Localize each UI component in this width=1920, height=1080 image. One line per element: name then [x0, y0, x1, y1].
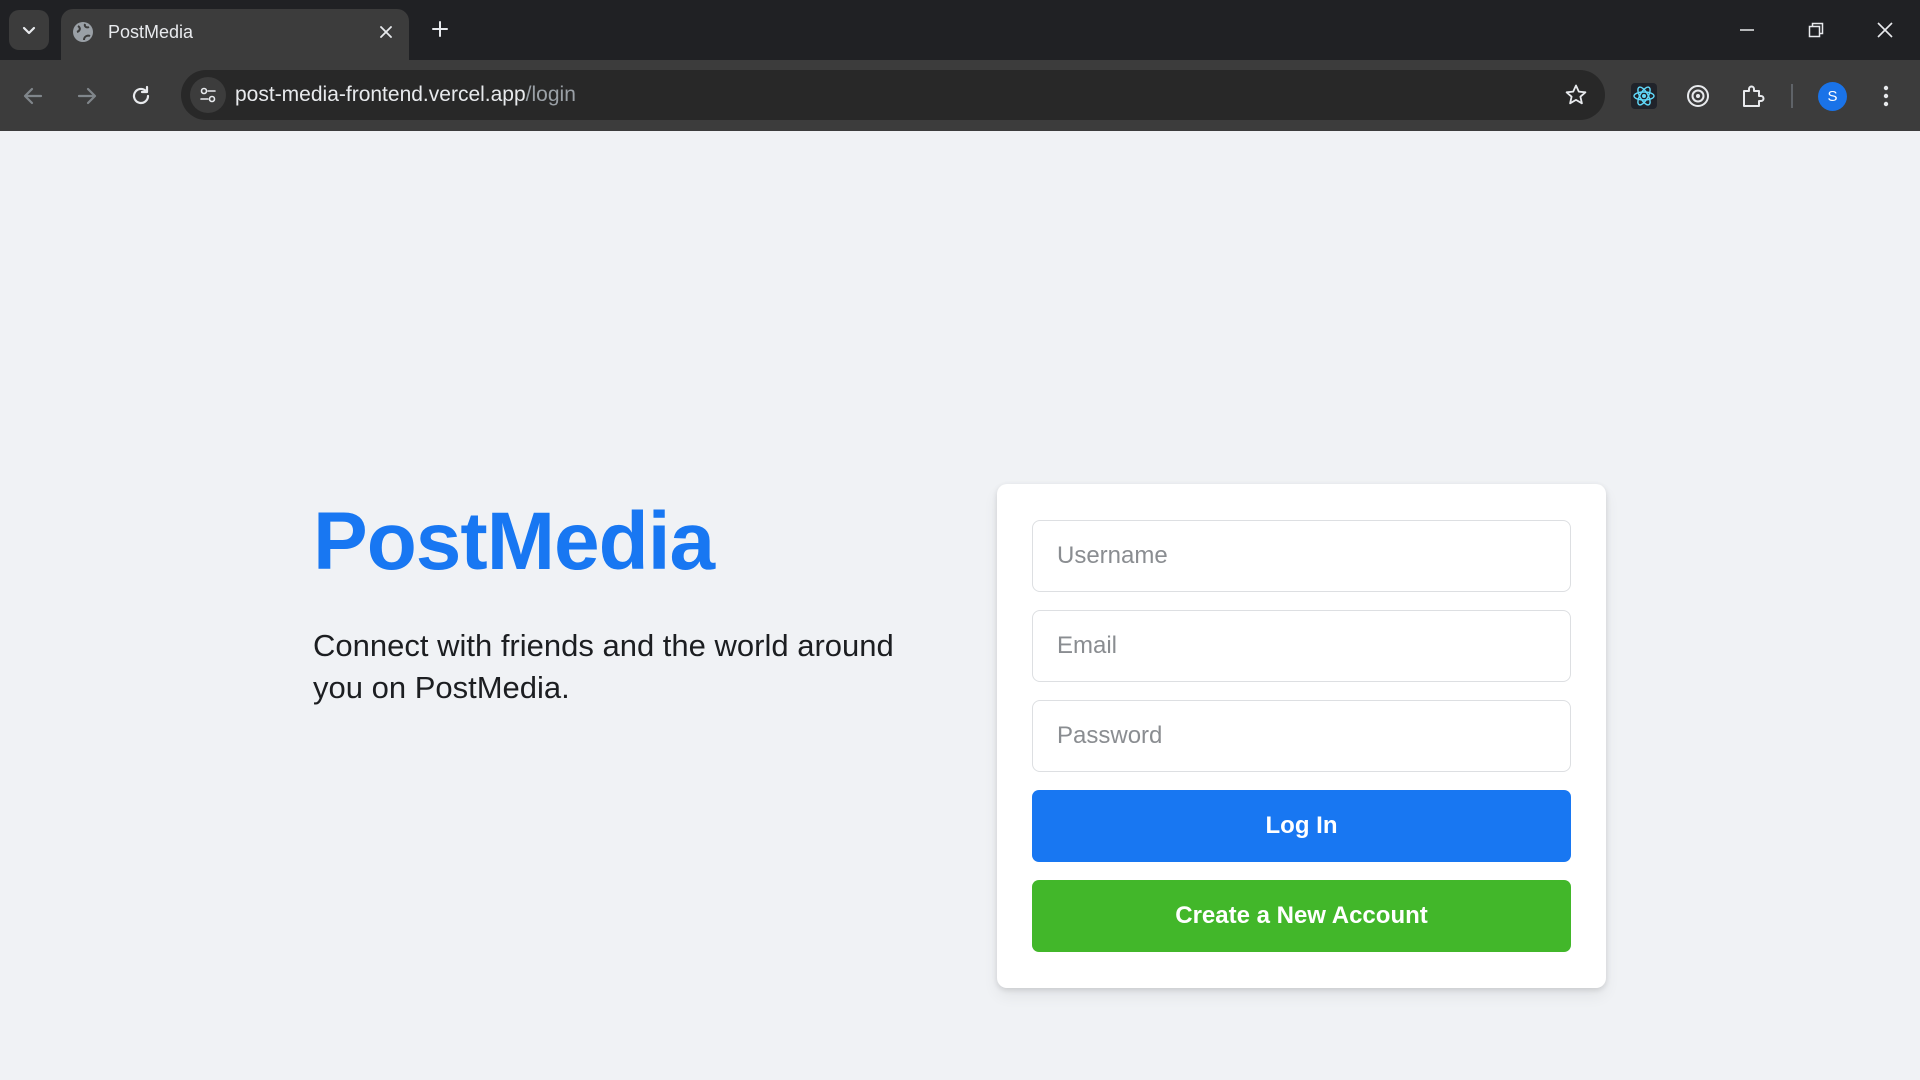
reload-icon	[132, 85, 150, 105]
login-form: Log In Create a New Account	[997, 484, 1606, 988]
minimize-icon	[1740, 29, 1754, 31]
target-extension[interactable]	[1679, 77, 1717, 115]
url-text: post-media-frontend.vercel.app/login	[235, 83, 576, 107]
close-window-button[interactable]	[1865, 10, 1905, 50]
bookmark-button[interactable]	[1561, 80, 1591, 110]
address-bar[interactable]: post-media-frontend.vercel.app/login	[181, 70, 1605, 120]
reload-button[interactable]	[121, 76, 161, 116]
password-input[interactable]	[1032, 700, 1571, 772]
url-path: /login	[525, 83, 576, 106]
tab-close-button[interactable]	[373, 19, 399, 45]
react-devtools-icon	[1631, 83, 1657, 109]
url-domain: post-media-frontend.vercel.app	[235, 83, 526, 106]
login-button[interactable]: Log In	[1032, 790, 1571, 862]
star-icon	[1565, 84, 1587, 105]
browser-menu-button[interactable]	[1867, 77, 1905, 115]
brand-logo-text: PostMedia	[313, 496, 715, 587]
tab-search-button[interactable]	[9, 10, 49, 50]
hero-section: PostMedia Connect with friends and the w…	[313, 501, 933, 709]
close-icon	[380, 26, 392, 38]
site-info-icon	[200, 87, 216, 103]
back-button[interactable]	[13, 76, 53, 116]
chevron-down-icon	[22, 26, 36, 35]
tab-title: PostMedia	[108, 22, 194, 42]
tagline: Connect with friends and the world aroun…	[313, 628, 894, 705]
restore-button[interactable]	[1796, 10, 1836, 50]
target-icon	[1687, 85, 1709, 107]
email-input[interactable]	[1032, 610, 1571, 682]
extensions-button[interactable]	[1734, 77, 1772, 115]
username-input[interactable]	[1032, 520, 1571, 592]
site-info-button[interactable]	[190, 77, 226, 113]
back-arrow-icon	[23, 87, 43, 105]
new-tab-button[interactable]	[425, 14, 455, 44]
browser-toolbar: post-media-frontend.vercel.app/login S	[0, 60, 1920, 131]
forward-arrow-icon	[77, 87, 97, 105]
browser-tab-strip: PostMedia	[0, 0, 1920, 60]
restore-icon	[1808, 22, 1824, 38]
plus-icon	[432, 21, 448, 37]
react-devtools-extension[interactable]	[1625, 77, 1663, 115]
close-icon	[1877, 22, 1893, 38]
more-vert-icon	[1883, 85, 1889, 107]
globe-icon	[73, 22, 93, 42]
toolbar-divider	[1791, 84, 1793, 108]
browser-tab[interactable]: PostMedia	[61, 9, 409, 60]
forward-button[interactable]	[67, 76, 107, 116]
profile-avatar[interactable]: S	[1818, 82, 1847, 111]
login-page: PostMedia Connect with friends and the w…	[0, 131, 1920, 1080]
create-account-button[interactable]: Create a New Account	[1032, 880, 1571, 952]
minimize-button[interactable]	[1727, 10, 1767, 50]
extensions-icon	[1743, 85, 1765, 107]
